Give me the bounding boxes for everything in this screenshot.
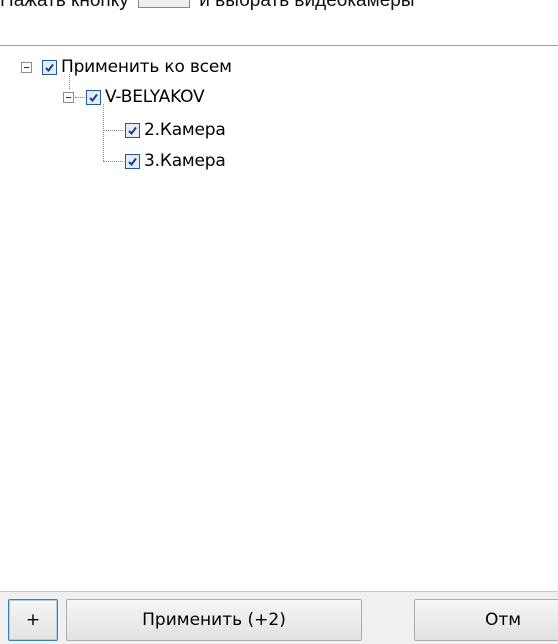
checkmark-icon bbox=[128, 126, 137, 135]
camera-tree: Применить ко всем V-BELYAKOV 2.Камера 3.… bbox=[0, 46, 558, 591]
checkbox-camera[interactable] bbox=[125, 122, 140, 138]
tree-node-camera[interactable]: 3.Камера bbox=[125, 149, 226, 173]
tree-node-label: 3.Камера bbox=[144, 151, 226, 171]
checkmark-icon bbox=[89, 93, 98, 102]
tree-node-label: 2.Камера bbox=[144, 120, 226, 140]
tree-node-label: Применить ко всем bbox=[61, 57, 232, 77]
tree-connector bbox=[103, 104, 104, 161]
cancel-button[interactable]: Отм bbox=[414, 599, 558, 641]
collapse-icon[interactable] bbox=[21, 61, 32, 73]
camera-selection-dialog: Применить ко всем V-BELYAKOV 2.Камера 3.… bbox=[0, 45, 558, 644]
apply-button[interactable]: Применить (+2) bbox=[66, 599, 362, 641]
add-button[interactable]: + bbox=[8, 599, 58, 641]
instruction-text: Нажать кнопку и выбрать видеокамеры bbox=[0, 0, 558, 14]
checkbox-root[interactable] bbox=[42, 59, 57, 75]
tree-connector bbox=[103, 161, 123, 162]
instruction-after: и выбрать видеокамеры bbox=[199, 0, 415, 11]
checkbox-camera[interactable] bbox=[125, 153, 140, 169]
tree-node-label: V-BELYAKOV bbox=[105, 87, 205, 107]
checkbox-server[interactable] bbox=[86, 89, 101, 105]
inline-button-icon bbox=[138, 0, 190, 8]
tree-node-camera[interactable]: 2.Камера bbox=[125, 118, 226, 142]
tree-connector bbox=[103, 130, 123, 131]
collapse-icon[interactable] bbox=[63, 91, 74, 103]
checkmark-icon bbox=[45, 63, 54, 72]
instruction-before: Нажать кнопку bbox=[0, 0, 129, 11]
tree-node-root[interactable]: Применить ко всем bbox=[21, 55, 232, 79]
tree-node-server[interactable]: V-BELYAKOV bbox=[63, 85, 205, 109]
dialog-footer: + Применить (+2) Отм bbox=[0, 591, 558, 644]
checkmark-icon bbox=[128, 157, 137, 166]
